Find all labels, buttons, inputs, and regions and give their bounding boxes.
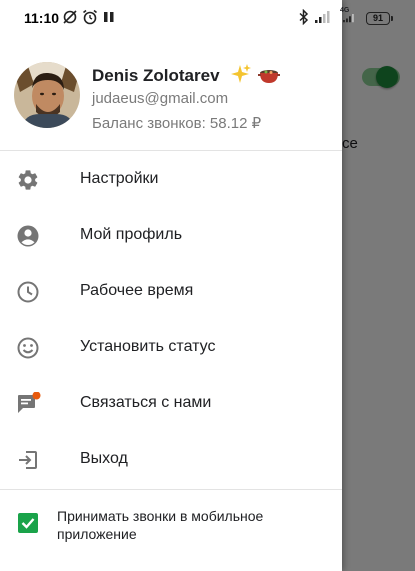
menu-item-settings[interactable]: Настройки: [0, 152, 342, 208]
menu-item-logout[interactable]: Выход: [0, 432, 342, 488]
menu-item-profile[interactable]: Мой профиль: [0, 208, 342, 264]
signal-icon-2: 4G: [340, 7, 358, 23]
alarm-icon: [82, 9, 98, 25]
status-time: 11:10: [24, 10, 60, 26]
accept-calls-label: Принимать звонки в мобильное приложение: [57, 508, 264, 542]
sparkles-icon: [229, 63, 251, 90]
menu-item-label: Рабочее время: [80, 282, 194, 299]
user-name: Denis Zolotarev: [92, 66, 220, 85]
smiley-icon: [16, 336, 40, 360]
user-email: judaeus@gmail.com: [92, 90, 229, 107]
divider: [0, 489, 342, 490]
menu-item-working-hours[interactable]: Рабочее время: [0, 264, 342, 320]
menu-item-label: Выход: [80, 450, 128, 467]
menu-item-label: Настройки: [80, 170, 159, 187]
avatar[interactable]: [14, 62, 80, 128]
menu-item-label: Мой профиль: [80, 226, 183, 243]
signal-icon-1: [314, 9, 330, 25]
chat-icon: [16, 391, 41, 416]
account-icon: [16, 224, 40, 248]
stew-pot-icon: [258, 65, 280, 90]
clock-icon: [16, 280, 40, 304]
status-bar: 11:10 4G 91: [0, 0, 415, 38]
dnd-off-icon: [62, 9, 78, 25]
menu-item-label: Установить статус: [80, 338, 216, 355]
menu-item-label: Связаться с нами: [80, 394, 212, 411]
pause-icon: [103, 9, 115, 25]
menu-item-set-status[interactable]: Установить статус: [0, 320, 342, 376]
drawer-header: Denis Zolotarev judaeus@gmail.com Баланс…: [0, 38, 342, 151]
menu-item-contact-us[interactable]: Связаться с нами: [0, 376, 342, 432]
accept-calls-setting[interactable]: Принимать звонки в мобильное приложение: [0, 498, 342, 550]
bluetooth-icon: [298, 9, 310, 25]
battery-indicator: 91: [366, 12, 393, 25]
accept-calls-checkbox[interactable]: [18, 513, 38, 533]
call-balance: Баланс звонков: 58.12 ₽: [92, 115, 262, 132]
gear-icon: [16, 168, 40, 192]
logout-icon: [16, 448, 40, 472]
navigation-drawer: Denis Zolotarev judaeus@gmail.com Баланс…: [0, 0, 342, 571]
